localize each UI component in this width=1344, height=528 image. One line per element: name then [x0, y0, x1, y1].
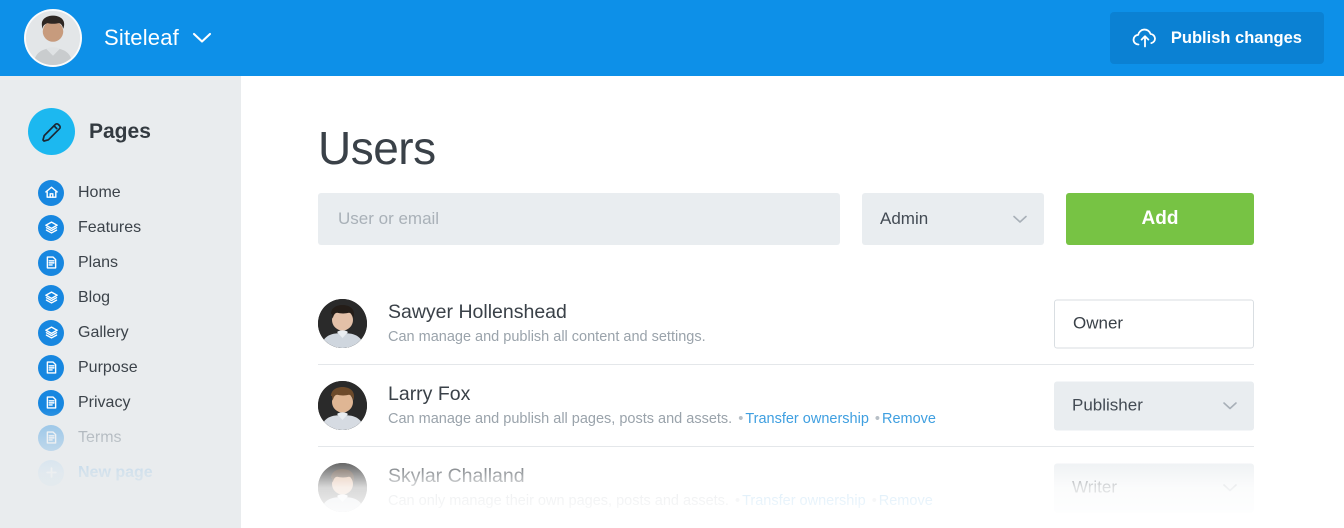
role-select[interactable]: Admin	[862, 193, 1044, 245]
sidebar-item-privacy[interactable]: Privacy	[0, 385, 241, 420]
sidebar-section-title: Pages	[89, 119, 151, 143]
plus-icon	[38, 459, 64, 486]
user-description: Can manage and publish all pages, posts …	[388, 408, 936, 431]
document-icon	[38, 389, 64, 416]
top-bar-left: Siteleaf	[0, 9, 212, 67]
cloud-upload-icon	[1132, 27, 1158, 49]
sidebar-item-label: Home	[78, 183, 121, 201]
remove-link[interactable]: Remove	[882, 411, 936, 427]
sidebar-content: Pages Home Features Plans Blog Gallery Purpos…	[0, 76, 241, 490]
chevron-down-icon	[1222, 478, 1238, 498]
user-name: Skylar Challand	[388, 464, 525, 487]
user-role-description: Can manage and publish all pages, posts …	[388, 411, 733, 428]
layers-icon	[38, 319, 64, 346]
sidebar-item-terms[interactable]: Terms	[0, 420, 241, 455]
app-window: Siteleaf Publish changes Pages Home Feat…	[0, 0, 1344, 528]
sidebar: Pages Home Features Plans Blog Gallery Purpos…	[0, 76, 241, 528]
user-role-value: Publisher	[1072, 395, 1143, 415]
publish-changes-label: Publish changes	[1170, 28, 1302, 47]
user-role-description: Can only manage their own pages, posts a…	[388, 493, 729, 510]
avatar[interactable]	[24, 9, 82, 67]
document-icon	[38, 249, 64, 276]
chevron-down-icon	[1222, 396, 1238, 416]
user-role-select[interactable]: Writer	[1054, 463, 1254, 512]
layers-icon	[38, 284, 64, 311]
user-name: Larry Fox	[388, 382, 471, 405]
sidebar-item-blog[interactable]: Blog	[0, 280, 241, 315]
page-title: Users	[318, 122, 436, 174]
sidebar-item-label: Plans	[78, 253, 119, 271]
user-list: Sawyer Hollenshead Can manage and publish…	[318, 283, 1254, 528]
site-menu[interactable]: Siteleaf	[82, 25, 212, 51]
user-role-select[interactable]: Publisher	[1054, 381, 1254, 430]
user-avatar-icon	[26, 11, 80, 65]
sidebar-item-new-page[interactable]: New page	[0, 455, 241, 490]
transfer-ownership-link[interactable]: Transfer ownership	[742, 493, 866, 509]
add-user-form: Admin Add	[318, 193, 1254, 245]
separator: •	[735, 493, 741, 510]
avatar	[318, 463, 367, 512]
transfer-ownership-link[interactable]: Transfer ownership	[745, 411, 869, 427]
sidebar-item-features[interactable]: Features	[0, 210, 241, 245]
sidebar-section-pages[interactable]: Pages	[0, 108, 241, 155]
sidebar-item-label: Privacy	[78, 393, 131, 411]
remove-link[interactable]: Remove	[879, 493, 933, 509]
main-content: Users Admin Add Sawyer Hollenshead Can ma…	[241, 76, 1344, 528]
user-row: Skylar Challand Can only manage their own…	[318, 447, 1254, 528]
sidebar-item-plans[interactable]: Plans	[0, 245, 241, 280]
sidebar-item-label: Gallery	[78, 323, 129, 341]
separator: •	[738, 411, 744, 428]
home-icon	[38, 179, 64, 206]
user-role-value: Writer	[1072, 477, 1118, 497]
user-info: Larry Fox Can manage and publish all page…	[388, 380, 936, 431]
sidebar-item-label: New page	[78, 463, 153, 481]
document-icon	[38, 424, 64, 451]
avatar	[318, 299, 367, 348]
sidebar-item-home[interactable]: Home	[0, 175, 241, 210]
user-role-value: Owner	[1073, 313, 1124, 333]
publish-changes-button[interactable]: Publish changes	[1109, 12, 1324, 64]
sidebar-item-label: Features	[78, 218, 142, 236]
user-info: Sawyer Hollenshead Can manage and publish…	[388, 298, 706, 349]
sidebar-item-label: Blog	[78, 288, 111, 306]
user-info: Skylar Challand Can only manage their own…	[388, 462, 933, 513]
sidebar-item-gallery[interactable]: Gallery	[0, 315, 241, 350]
sidebar-item-label: Terms	[78, 428, 122, 446]
separator: •	[874, 411, 880, 428]
top-bar: Siteleaf Publish changes	[0, 0, 1344, 76]
user-role-select: Owner	[1054, 299, 1254, 348]
sidebar-nav-list: Home Features Plans Blog Gallery Purpose Priva…	[0, 175, 241, 490]
chevron-down-icon	[1012, 209, 1028, 229]
user-row: Sawyer Hollenshead Can manage and publish…	[318, 283, 1254, 365]
chevron-down-icon	[192, 32, 212, 44]
role-select-value: Admin	[880, 209, 929, 228]
layers-icon	[38, 214, 64, 241]
separator: •	[871, 493, 877, 510]
avatar	[318, 381, 367, 430]
pencil-icon	[28, 108, 75, 155]
document-icon	[38, 354, 64, 381]
sidebar-item-purpose[interactable]: Purpose	[0, 350, 241, 385]
user-name: Sawyer Hollenshead	[388, 300, 567, 323]
user-description: Can only manage their own pages, posts a…	[388, 490, 933, 513]
user-row: Larry Fox Can manage and publish all page…	[318, 365, 1254, 447]
user-description: Can manage and publish all content and s…	[388, 326, 706, 349]
site-name: Siteleaf	[104, 25, 179, 50]
search-input[interactable]	[318, 193, 840, 245]
add-user-button[interactable]: Add	[1066, 193, 1254, 245]
user-role-description: Can manage and publish all content and s…	[388, 329, 706, 346]
sidebar-item-label: Purpose	[78, 358, 138, 376]
